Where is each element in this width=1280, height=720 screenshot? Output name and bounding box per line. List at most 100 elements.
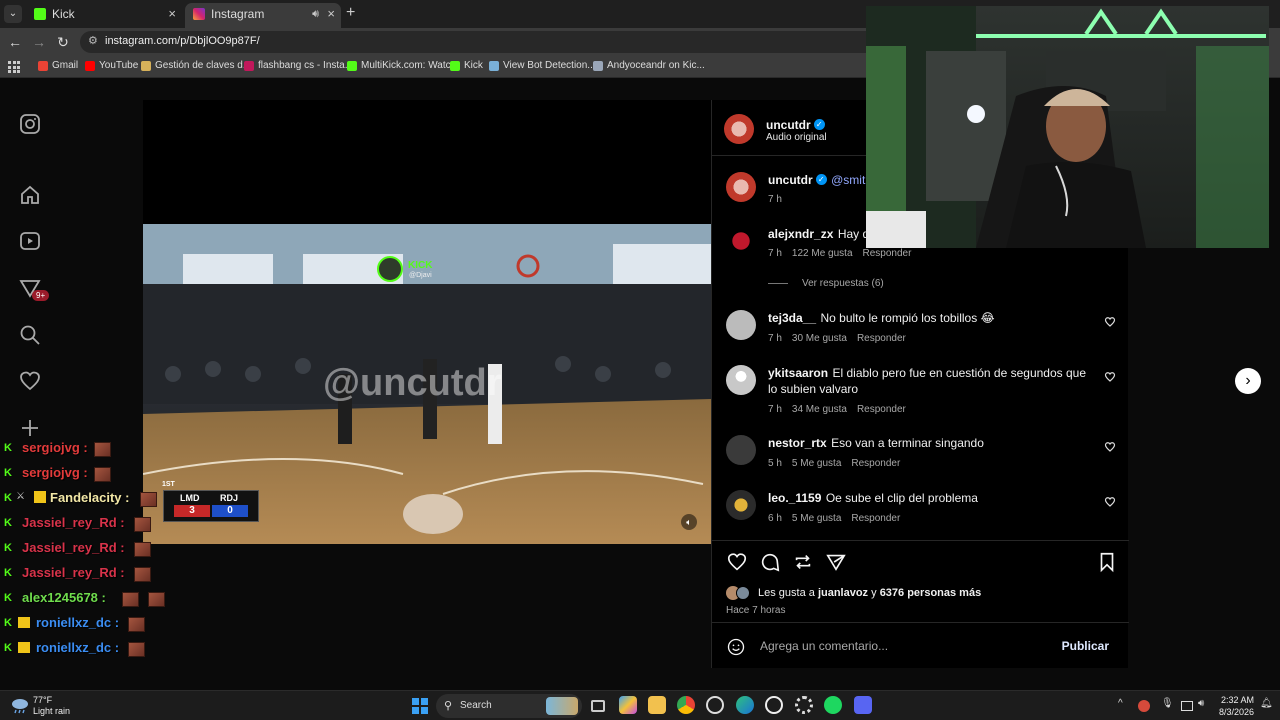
tab-kick[interactable]: Kick × xyxy=(26,3,182,28)
commenter-username[interactable]: tej3da__ xyxy=(768,311,816,325)
search-icon[interactable] xyxy=(18,323,42,347)
back-button[interactable]: ← xyxy=(6,33,24,51)
taskbar-search[interactable]: ⚲ Search xyxy=(436,694,582,718)
publish-button[interactable]: Publicar xyxy=(1062,639,1109,653)
reply-button[interactable]: Responder xyxy=(851,458,900,469)
file-explorer-icon[interactable] xyxy=(648,696,666,714)
weather-rain-icon[interactable] xyxy=(10,696,30,716)
instagram-logo-icon[interactable] xyxy=(18,112,42,136)
commenter-username[interactable]: alejxndr_zx xyxy=(768,227,833,241)
comment-likes[interactable]: 30 Me gusta xyxy=(792,333,847,344)
bookmark-viewbot[interactable]: View Bot Detection... xyxy=(489,60,596,71)
site-info-icon[interactable]: ⚙︎ xyxy=(88,34,98,47)
caption-username[interactable]: uncutdr xyxy=(768,173,813,187)
bookmark-andyoceandr[interactable]: Andyoceandr on Kic... xyxy=(593,60,705,71)
commenter-avatar[interactable] xyxy=(726,310,756,340)
create-icon[interactable] xyxy=(18,416,42,440)
bookmark-multikick[interactable]: MultiKick.com: Watc... xyxy=(347,60,459,71)
author-avatar[interactable] xyxy=(726,172,756,202)
bookmark-label: Gmail xyxy=(52,60,79,71)
chat-message: Ksergiojvg : xyxy=(4,438,204,463)
address-bar[interactable]: ⚙︎ instagram.com/p/DbjlOO9p87F/ xyxy=(80,31,880,53)
task-view-icon[interactable] xyxy=(591,700,605,712)
new-tab-button[interactable]: + xyxy=(346,4,355,22)
reply-button[interactable]: Responder xyxy=(857,333,906,344)
bookmark-kick[interactable]: Kick xyxy=(450,60,483,71)
home-icon[interactable] xyxy=(18,183,42,207)
display-icon[interactable] xyxy=(1181,701,1193,711)
commenter-username[interactable]: leo._1159 xyxy=(768,491,821,505)
forward-button[interactable]: → xyxy=(30,33,48,51)
comment-likes[interactable]: 122 Me gusta xyxy=(792,248,853,259)
add-comment-bar: Agrega un comentario... Publicar xyxy=(712,622,1129,668)
tab-instagram[interactable]: Instagram 🔊︎ × xyxy=(185,3,341,28)
repost-icon[interactable] xyxy=(792,551,814,573)
comment-input[interactable]: Agrega un comentario... xyxy=(760,639,888,653)
commenter-avatar[interactable] xyxy=(726,435,756,465)
like-comment-heart-icon[interactable] xyxy=(1104,441,1116,453)
like-heart-icon[interactable] xyxy=(726,551,748,573)
chrome-icon[interactable] xyxy=(677,696,695,714)
weather-description[interactable]: Light rain xyxy=(33,706,70,716)
apps-grid-icon[interactable] xyxy=(8,61,20,73)
next-post-arrow-icon[interactable]: › xyxy=(1235,368,1261,394)
audio-label[interactable]: Audio original xyxy=(766,132,827,143)
pinned-app-icon[interactable] xyxy=(706,696,724,714)
weather-temperature[interactable]: 77°F xyxy=(33,695,52,705)
bookmark-icon[interactable] xyxy=(1096,551,1118,573)
bookmark-gmail[interactable]: Gmail xyxy=(38,60,78,71)
tray-chrome-icon[interactable] xyxy=(1138,700,1150,712)
author-username[interactable]: uncutdr xyxy=(766,118,811,132)
like-comment-heart-icon[interactable] xyxy=(1104,496,1116,508)
windows-start-icon[interactable] xyxy=(412,698,428,714)
view-replies-button[interactable]: Ver respuestas (6) xyxy=(768,278,884,289)
comment-likes[interactable]: 5 Me gusta xyxy=(792,513,841,524)
discord-icon[interactable] xyxy=(854,696,872,714)
commenter-avatar[interactable] xyxy=(726,226,756,256)
comment-likes[interactable]: 34 Me gusta xyxy=(792,404,847,415)
like-comment-heart-icon[interactable] xyxy=(1104,371,1116,383)
likes-summary[interactable]: Les gusta a juanlavoz y 6376 personas má… xyxy=(758,587,981,599)
kick-chat-overlay: Ksergiojvg : Ksergiojvg : K ⚔︎ Fandelacity… xyxy=(4,438,204,663)
commenter-username[interactable]: nestor_rtx xyxy=(768,436,827,450)
tab-search-button[interactable]: ⌄ xyxy=(4,5,22,23)
close-tab-icon[interactable]: × xyxy=(168,3,176,25)
likes-user[interactable]: juanlavoz xyxy=(818,587,868,599)
reply-button[interactable]: Responder xyxy=(857,404,906,415)
close-tab-icon[interactable]: × xyxy=(327,3,335,25)
commenter-avatar[interactable] xyxy=(726,490,756,520)
openai-icon[interactable] xyxy=(765,696,783,714)
copilot-icon[interactable] xyxy=(619,696,637,714)
like-comment-heart-icon[interactable] xyxy=(1104,316,1116,328)
reply-button[interactable]: Responder xyxy=(851,513,900,524)
likes-count[interactable]: 6376 personas más xyxy=(880,587,982,599)
bookmark-flashbang[interactable]: flashbang cs - Insta... xyxy=(244,60,353,71)
reload-button[interactable]: ↻ xyxy=(54,33,72,51)
comment-meta: 5 h 5 Me gusta Responder xyxy=(768,456,1098,471)
system-clock[interactable]: 2:32 AM 8/3/2026 xyxy=(1219,694,1254,718)
microphone-icon[interactable]: 🎙︎ xyxy=(1161,698,1174,709)
author-avatar[interactable] xyxy=(724,114,754,144)
video-player[interactable]: KICK @Djavi @uncutdr 1ST LMD RDJ 3 0 🔈︎ xyxy=(143,100,711,544)
tray-overflow-icon[interactable]: ^ xyxy=(1118,698,1123,709)
share-icon[interactable] xyxy=(825,551,847,573)
spotify-icon[interactable] xyxy=(824,696,842,714)
bookmark-gestion[interactable]: Gestión de claves d... xyxy=(141,60,251,71)
settings-icon[interactable] xyxy=(795,696,813,714)
volume-icon[interactable]: 🔈︎ xyxy=(681,514,697,530)
comment-likes[interactable]: 5 Me gusta xyxy=(792,458,841,469)
gmail-icon xyxy=(38,61,48,71)
bookmark-youtube[interactable]: YouTube xyxy=(85,60,138,71)
emoji-icon[interactable] xyxy=(726,637,746,657)
commenter-avatar[interactable] xyxy=(726,365,756,395)
commenter-username[interactable]: ykitsaaron xyxy=(768,366,828,380)
chat-username: Fandelacity : xyxy=(50,490,130,505)
reply-button[interactable]: Responder xyxy=(863,248,912,259)
edge-icon[interactable] xyxy=(736,696,754,714)
speaker-icon[interactable]: 🔊︎ xyxy=(1198,698,1204,709)
speaker-icon[interactable]: 🔊︎ xyxy=(312,3,319,25)
notification-bell-icon[interactable]: 🔔︎ xyxy=(1260,698,1273,709)
heart-icon[interactable] xyxy=(18,369,42,393)
reels-icon[interactable] xyxy=(18,229,42,253)
comment-bubble-icon[interactable] xyxy=(759,551,781,573)
